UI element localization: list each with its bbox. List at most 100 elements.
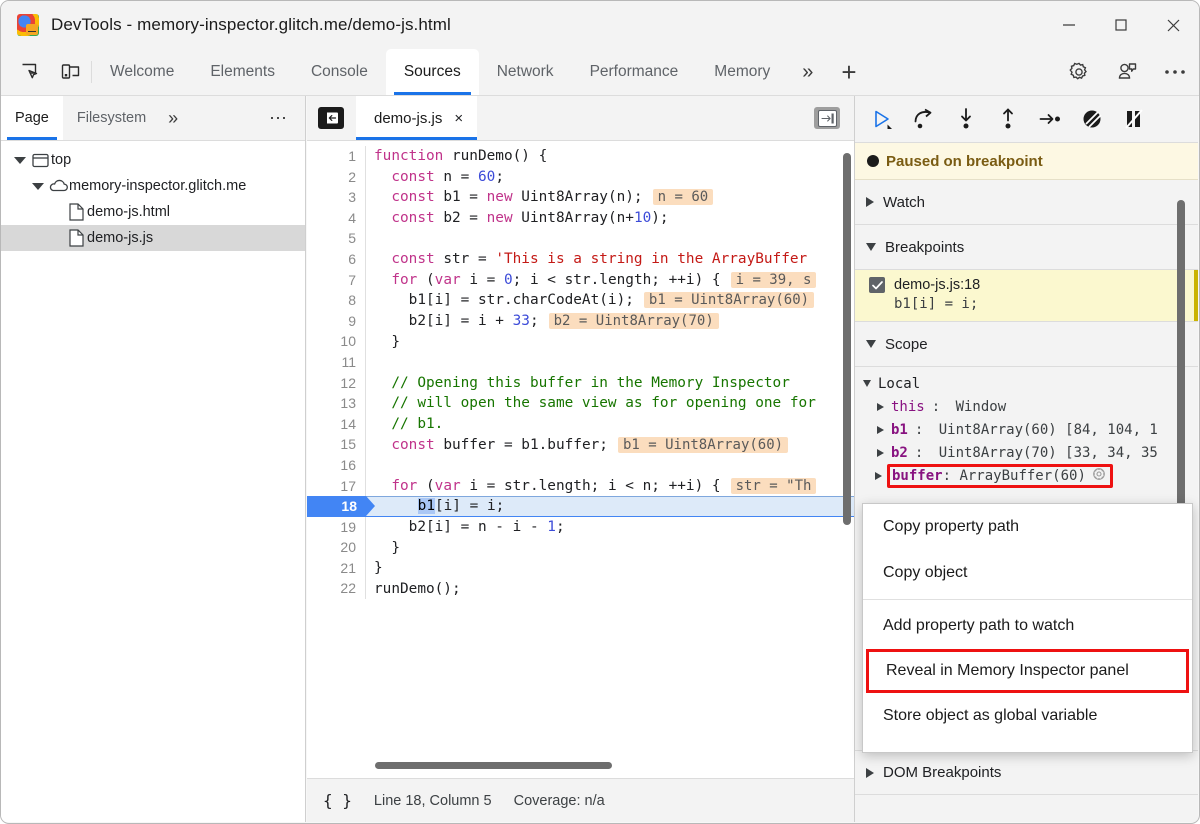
scope-variable-this[interactable]: this: Window [855,395,1198,418]
line-content: // b1. [366,416,443,432]
line-number[interactable]: 4 [307,208,366,229]
pause-on-exceptions-icon[interactable] [1113,99,1155,139]
tab-performance[interactable]: Performance [572,49,697,95]
navigator-more-options-icon[interactable]: ⋯ [253,96,305,140]
breakpoint-item[interactable]: demo-js.js:18 b1[i] = i; [855,270,1198,322]
navigate-back-icon[interactable] [318,107,344,129]
editor-vertical-scrollbar[interactable] [843,153,851,525]
nav-tab-filesystem[interactable]: Filesystem [63,96,160,140]
tree-item-demo-js-js[interactable]: demo-js.js [1,225,305,251]
editor-file-tab[interactable]: demo-js.js × [356,96,477,140]
tree-item-domain[interactable]: memory-inspector.glitch.me [1,173,305,199]
chevron-down-icon [866,243,876,251]
line-number[interactable]: 15 [307,434,366,455]
deactivate-breakpoints-icon[interactable] [1071,99,1113,139]
line-number[interactable]: 13 [307,393,366,414]
scope-variable-b1[interactable]: b1: Uint8Array(60) [84, 104, 1 [855,418,1198,441]
code-viewer[interactable]: 1function runDemo() { 2 const n = 60; 3 … [307,141,854,778]
file-icon [65,203,87,221]
line-number[interactable]: 10 [307,331,366,352]
menu-item-copy-object[interactable]: Copy object [863,550,1192,596]
line-number[interactable]: 9 [307,311,366,332]
scope-variable-b2[interactable]: b2: Uint8Array(70) [33, 34, 35 [855,441,1198,464]
more-options-icon[interactable] [1151,49,1199,95]
line-number[interactable]: 20 [307,537,366,558]
scope-group-local[interactable]: Local [855,372,1198,395]
chevron-right-icon[interactable] [877,449,884,457]
section-scope[interactable]: Scope [855,322,1198,367]
menu-item-add-property-path-to-watch[interactable]: Add property path to watch [863,603,1192,649]
more-tabs-chevron-icon[interactable]: » [788,49,827,95]
inspect-element-icon[interactable] [11,49,51,95]
tab-network[interactable]: Network [479,49,572,95]
line-content: for (var i = str.length; i < n; ++i) {st… [366,478,816,494]
menu-item-store-object-as-global-variable[interactable]: Store object as global variable [863,693,1192,739]
close-icon[interactable]: × [454,111,463,126]
chevron-right-icon[interactable] [877,426,884,434]
chevron-right-icon [866,768,874,778]
section-watch[interactable]: Watch [855,180,1198,225]
tree-item-top[interactable]: top [1,147,305,173]
line-number[interactable]: 5 [307,228,366,249]
editor-horizontal-scrollbar[interactable] [375,762,612,769]
line-number[interactable]: 21 [307,558,366,579]
inline-value-hint: b1 = Uint8Array(60) [644,292,814,308]
inline-value-hint: b1 = Uint8Array(60) [618,437,788,453]
section-dom-breakpoints[interactable]: DOM Breakpoints [855,750,1198,795]
expand-caret-icon[interactable] [11,157,29,164]
line-number[interactable]: 7 [307,270,366,291]
line-number[interactable]: 16 [307,455,366,476]
chevron-right-icon[interactable] [877,403,884,411]
line-number[interactable]: 12 [307,373,366,394]
tab-memory[interactable]: Memory [696,49,788,95]
maximize-icon[interactable] [1095,1,1147,49]
menu-item-copy-property-path[interactable]: Copy property path [863,504,1192,550]
line-number[interactable]: 8 [307,290,366,311]
line-number[interactable]: 2 [307,167,366,188]
tree-item-label: demo-js.html [87,204,170,220]
line-number-current[interactable]: 18 [307,496,366,517]
code-line: 1function runDemo() { [307,146,854,167]
pretty-print-icon[interactable]: { } [323,791,352,810]
line-number[interactable]: 22 [307,578,366,599]
tab-sources[interactable]: Sources [386,49,479,95]
settings-gear-icon[interactable] [1055,49,1103,95]
breakpoint-checkbox[interactable] [869,277,885,293]
tab-elements[interactable]: Elements [192,49,293,95]
nav-tab-page[interactable]: Page [1,96,63,140]
section-breakpoints[interactable]: Breakpoints [855,225,1198,270]
scope-variable-buffer[interactable]: buffer: ArrayBuffer(60) [855,464,1198,487]
line-number[interactable]: 3 [307,187,366,208]
expand-caret-icon[interactable] [29,183,47,190]
line-content: for (var i = 0; i < str.length; ++i) {i … [366,272,816,288]
line-number[interactable]: 6 [307,249,366,270]
menu-separator [863,599,1192,600]
code-line: 8 b1[i] = str.charCodeAt(i);b1 = Uint8Ar… [307,290,854,311]
menu-item-reveal-in-memory-inspector-panel[interactable]: Reveal in Memory Inspector panel [866,649,1189,693]
tab-welcome[interactable]: Welcome [92,49,192,95]
cloud-icon [47,179,69,193]
line-number[interactable]: 19 [307,517,366,538]
step-over-icon[interactable] [903,99,945,139]
resume-script-icon[interactable] [861,99,903,139]
show-panel-icon[interactable] [814,107,840,129]
navigator-more-chevron-icon[interactable]: » [160,96,186,140]
minimize-icon[interactable] [1043,1,1095,49]
step-out-icon[interactable] [987,99,1029,139]
chevron-right-icon[interactable] [875,472,882,480]
tab-console[interactable]: Console [293,49,386,95]
step-into-icon[interactable] [945,99,987,139]
line-number[interactable]: 14 [307,414,366,435]
tree-item-demo-js-html[interactable]: demo-js.html [1,199,305,225]
memory-inspector-gear-icon[interactable] [1092,467,1106,485]
close-icon[interactable] [1147,1,1199,49]
buffer-highlight-box[interactable]: buffer: ArrayBuffer(60) [887,464,1113,488]
customize-icon[interactable] [1103,49,1151,95]
line-number[interactable]: 17 [307,476,366,497]
add-tab-plus-icon[interactable]: + [827,49,870,95]
line-number[interactable]: 1 [307,146,366,167]
step-icon[interactable] [1029,99,1071,139]
title-bar: DevTools - memory-inspector.glitch.me/de… [1,1,1199,49]
line-number[interactable]: 11 [307,352,366,373]
device-toolbar-icon[interactable] [51,49,91,95]
